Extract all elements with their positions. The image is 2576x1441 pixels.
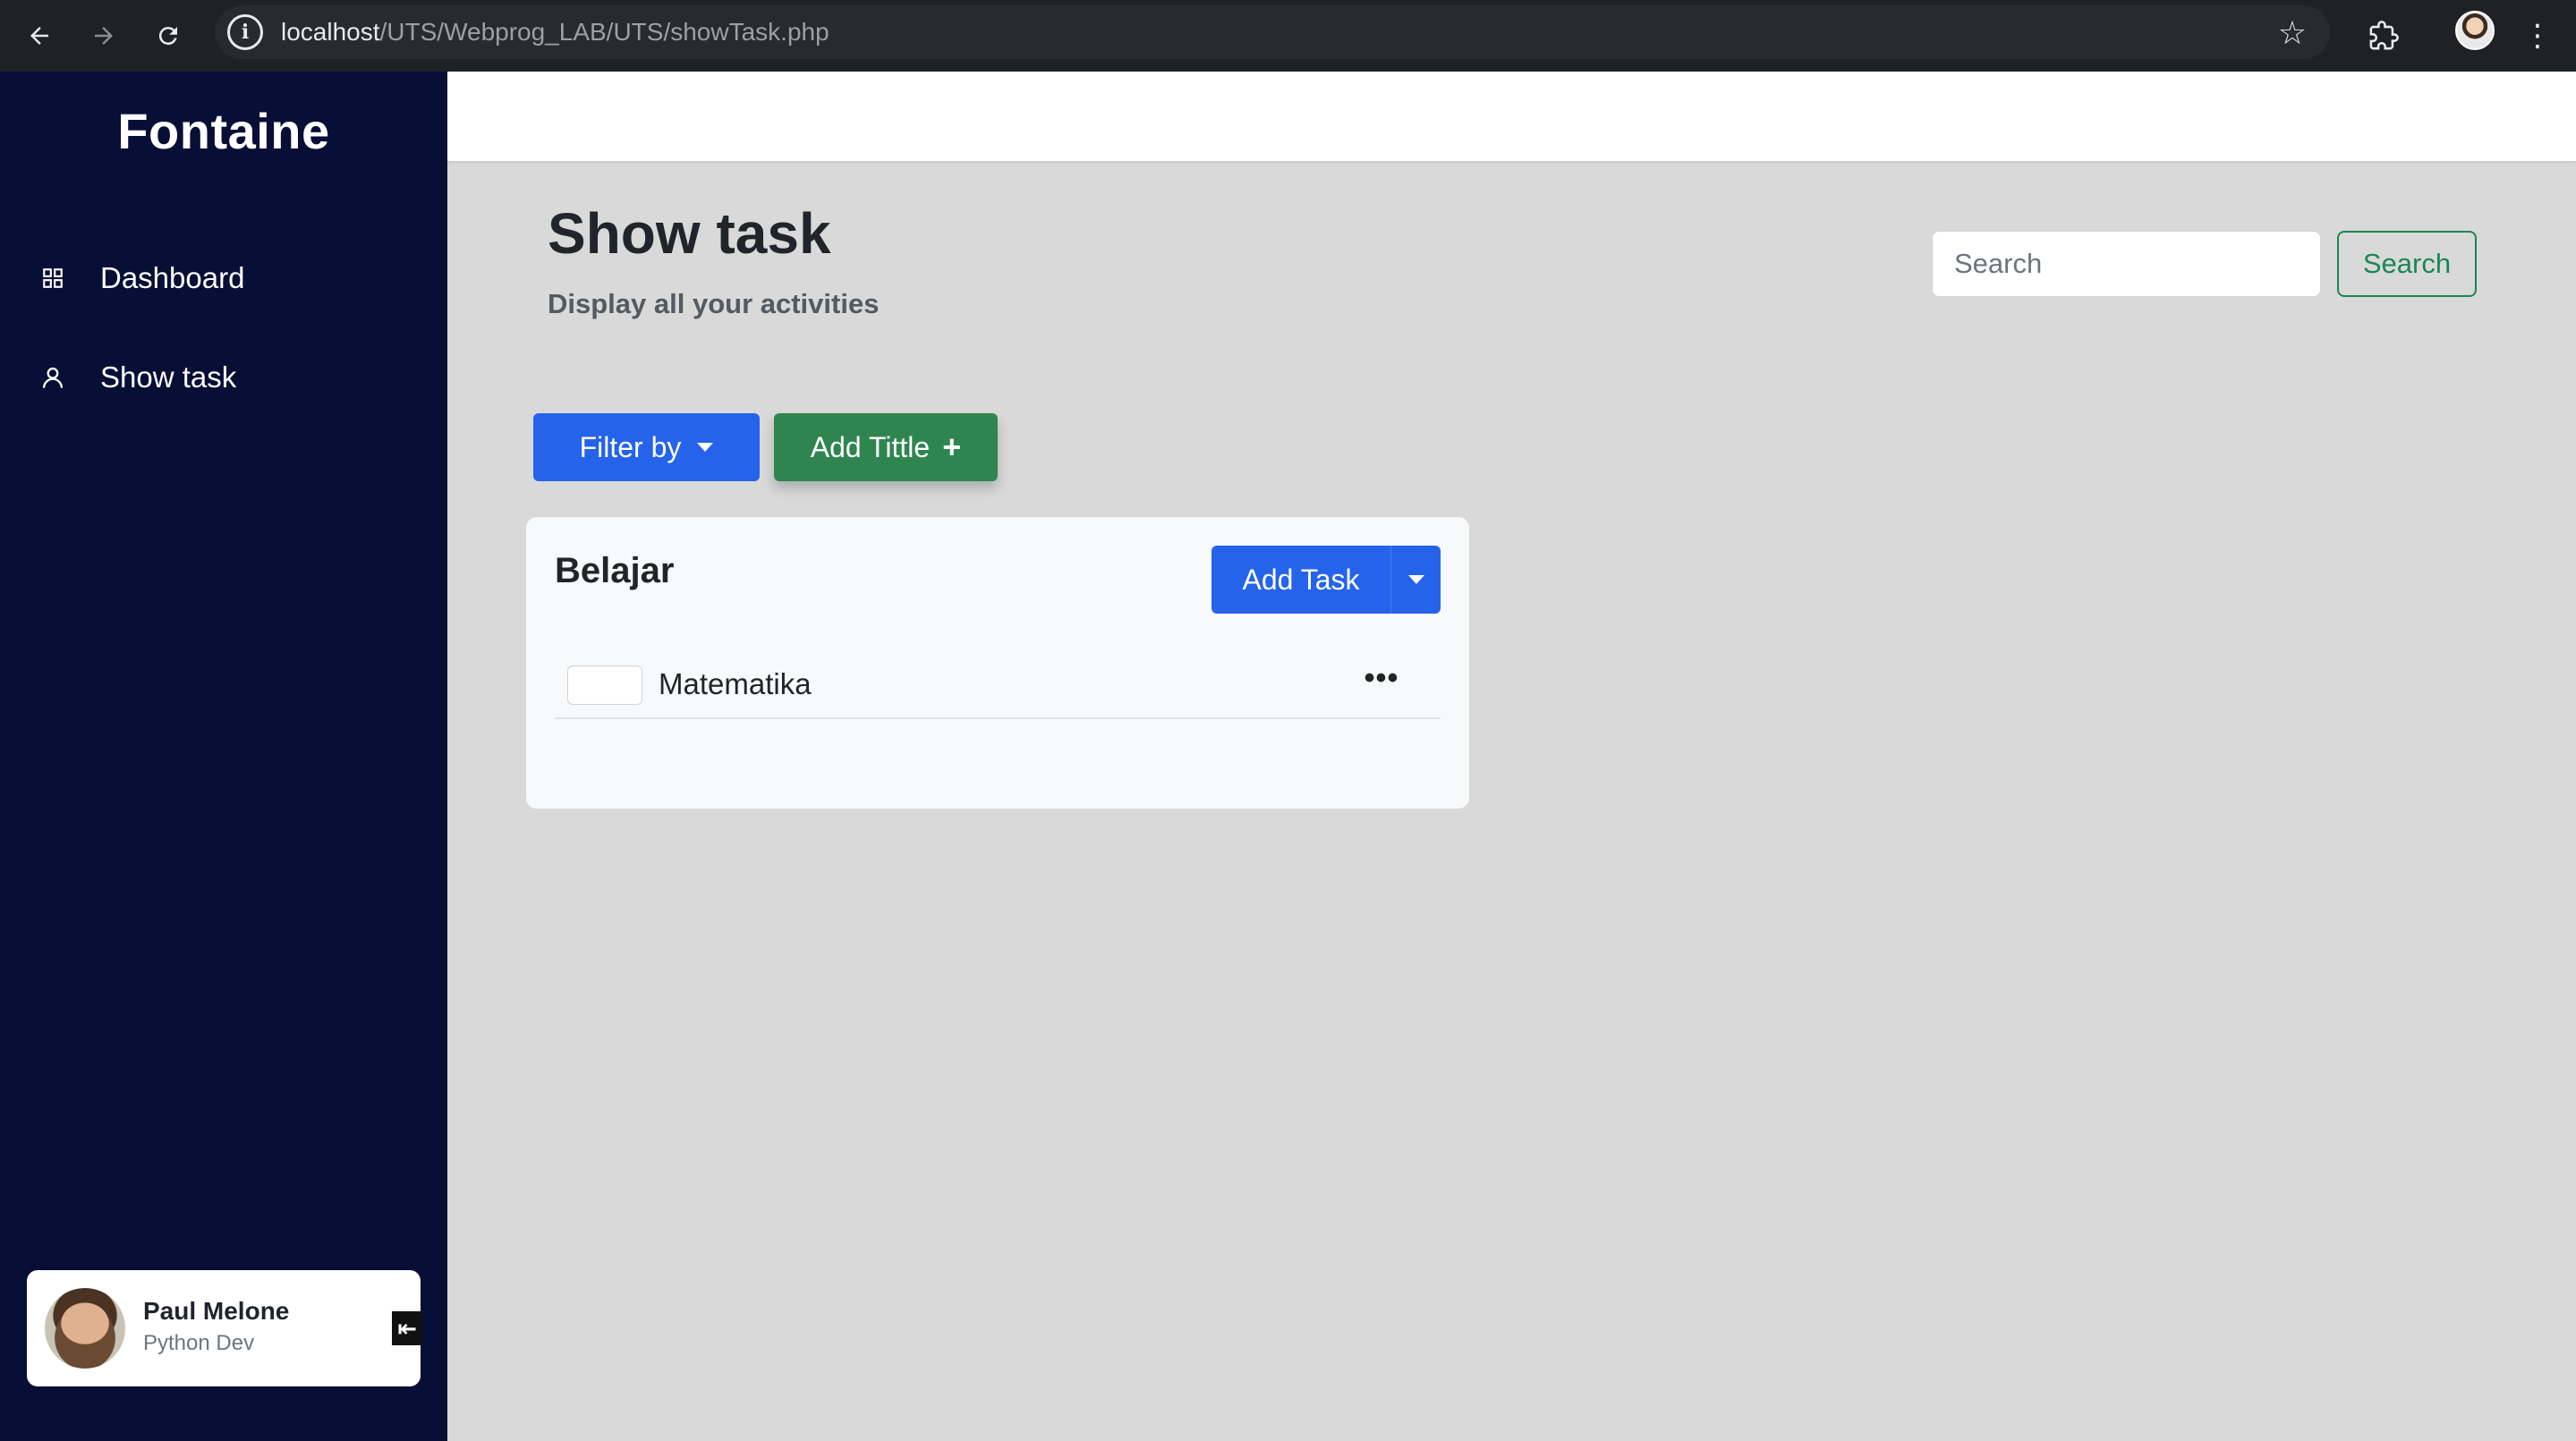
sidebar: Fontaine Dashboard Show task Paul Melone… — [0, 72, 447, 1441]
browser-menu-icon[interactable]: ⋮ — [2521, 13, 2554, 59]
task-label: Matematika — [659, 667, 812, 700]
caret-down-icon — [697, 443, 714, 452]
plus-icon: + — [942, 428, 962, 465]
browser-toolbar: i localhost/UTS/Webprog_LAB/UTS/showTask… — [0, 0, 2576, 72]
add-title-button[interactable]: Add Tittle + — [774, 413, 998, 481]
more-options-icon[interactable]: ••• — [1356, 660, 1407, 696]
sidebar-item-label: Dashboard — [100, 261, 245, 294]
url-text: localhost/UTS/Webprog_LAB/UTS/showTask.p… — [281, 18, 829, 46]
user-name: Paul Melone — [143, 1297, 290, 1325]
add-task-split-button: Add Task — [1211, 546, 1441, 614]
logout-icon[interactable]: ⇤ — [392, 1311, 422, 1345]
task-checkbox[interactable] — [567, 665, 642, 705]
top-header-bar — [447, 72, 2576, 161]
add-title-label: Add Tittle — [810, 430, 931, 463]
filter-by-label: Filter by — [579, 430, 682, 463]
user-icon — [39, 364, 66, 391]
page-title: Show task — [548, 201, 831, 266]
brand-logo: Fontaine — [117, 103, 330, 159]
back-icon[interactable] — [16, 13, 63, 59]
search-input[interactable] — [1932, 231, 2321, 297]
page-subtitle: Display all your activities — [548, 288, 880, 319]
add-task-button[interactable]: Add Task — [1211, 546, 1390, 614]
user-role: Python Dev — [143, 1331, 255, 1355]
sidebar-item-dashboard[interactable]: Dashboard — [39, 261, 244, 295]
avatar — [45, 1288, 125, 1369]
extensions-icon[interactable] — [2360, 13, 2407, 59]
user-profile-card: Paul Melone Python Dev ⇤ — [27, 1270, 422, 1386]
table-row: Matematika ••• — [555, 660, 1441, 719]
sidebar-item-show-task[interactable]: Show task — [39, 360, 236, 394]
profile-avatar-icon[interactable] — [2455, 11, 2495, 50]
reload-icon[interactable] — [145, 13, 191, 59]
caret-down-icon — [1407, 575, 1424, 584]
add-task-dropdown-toggle[interactable] — [1390, 546, 1441, 614]
filter-by-button[interactable]: Filter by — [533, 413, 760, 481]
sidebar-item-label: Show task — [100, 360, 237, 394]
grid-icon — [39, 265, 66, 292]
site-info-icon[interactable]: i — [227, 14, 263, 50]
address-bar[interactable]: i localhost/UTS/Webprog_LAB/UTS/showTask… — [215, 5, 2330, 59]
task-group-card: Belajar Add Task Matematika ••• — [526, 517, 1469, 809]
forward-icon[interactable] — [81, 13, 127, 59]
bookmark-star-icon[interactable]: ☆ — [2278, 14, 2307, 52]
search-button[interactable]: Search — [2337, 231, 2477, 297]
card-title: Belajar — [555, 551, 675, 590]
